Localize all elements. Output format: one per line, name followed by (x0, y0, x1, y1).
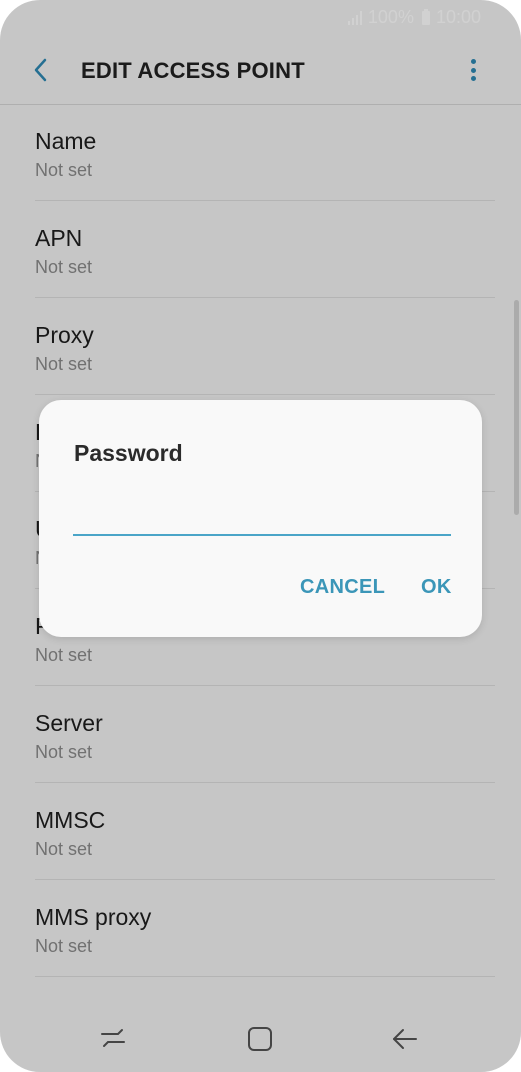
scrollbar[interactable] (514, 300, 519, 515)
ok-button[interactable]: OK (421, 576, 452, 599)
password-input[interactable] (73, 496, 451, 536)
cancel-button[interactable]: CANCEL (300, 576, 385, 599)
dialog-title: Password (74, 440, 183, 466)
phone-screen: 100% 10:00 EDIT ACCESS POINT Name Not se… (0, 0, 521, 1072)
